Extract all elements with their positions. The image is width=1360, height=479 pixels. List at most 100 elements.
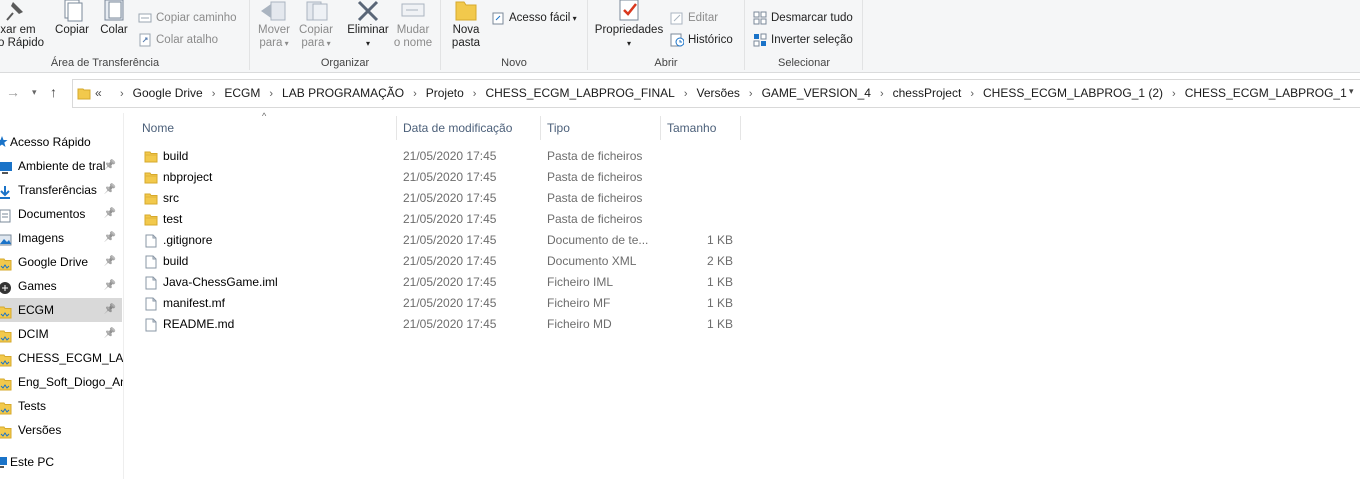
pin-icon[interactable]: 📌 [104,226,116,250]
copy-button[interactable]: Copiar [52,0,92,37]
move-to-button[interactable]: Mover para ▾ [254,0,294,50]
breadcrumb-chevron-icon[interactable]: › [880,88,884,100]
nav-item[interactable]: Versões [0,418,122,442]
nav-item[interactable]: Eng_Soft_Diogo_An [0,370,124,394]
breadcrumb-item[interactable]: Projeto [426,86,464,100]
column-header-date[interactable]: Data de modificação [403,118,512,138]
pin-icon[interactable]: 📌 [104,298,116,322]
select-none-button[interactable]: Desmarcar tudo [753,8,853,28]
nav-item[interactable]: DCIM 📌 [0,322,122,346]
column-divider[interactable] [660,116,661,140]
delete-button[interactable]: Eliminar ▾ [344,0,392,50]
breadcrumb-chevron-icon[interactable]: › [473,88,477,100]
nav-item[interactable]: CHESS_ECGM_LABF [0,346,124,370]
breadcrumb-item[interactable]: Versões [697,86,740,100]
nav-item[interactable]: ECGM 📌 [0,298,122,322]
breadcrumb-chevron-icon[interactable]: › [212,88,216,100]
paste-shortcut-icon [139,33,151,47]
nav-item[interactable]: Google Drive 📌 [0,250,122,274]
paste-shortcut-button[interactable]: Colar atalho [138,30,218,50]
file-row[interactable]: Java-ChessGame.iml 21/05/2020 17:45 Fichei… [138,272,738,293]
nav-item[interactable]: Imagens 📌 [0,226,122,250]
file-size: 1 KB [706,317,733,331]
easy-access-button[interactable]: Acesso fácil ▾ [491,8,577,28]
file-type: Pasta de ficheiros [547,212,643,226]
pin-icon[interactable]: 📌 [104,250,116,274]
nav-item[interactable]: Games 📌 [0,274,122,298]
file-row[interactable]: nbproject 21/05/2020 17:45 Pasta de fichei… [138,167,738,188]
breadcrumb-chevron-icon[interactable]: › [1172,88,1176,100]
pin-icon[interactable]: 📌 [104,154,116,178]
breadcrumb-item[interactable]: CHESS_ECGM_LABPROG_1 (2) [983,86,1163,100]
new-group-label: Novo [501,57,527,69]
breadcrumb-item[interactable]: LAB PROGRAMAÇÃO [282,86,404,100]
breadcrumb-item[interactable]: chessProject [893,86,962,100]
breadcrumb-chevron-icon[interactable]: › [970,88,974,100]
file-row[interactable]: src 21/05/2020 17:45 Pasta de ficheiros [138,188,738,209]
pin-label-line1: xar em [0,24,36,36]
copy-to-line2: para [301,37,325,49]
nav-item[interactable]: Tests [0,394,122,418]
file-row[interactable]: build 21/05/2020 17:45 Documento XML 2 KB [138,251,738,272]
forward-arrow-icon[interactable]: → [6,84,20,100]
file-row[interactable]: README.md 21/05/2020 17:45 Ficheiro MD 1 KB [138,314,738,335]
breadcrumb-chevron-icon[interactable]: › [413,88,417,100]
pin-icon[interactable]: 📌 [104,202,116,226]
breadcrumb-chevron-icon[interactable]: › [120,88,124,100]
delete-x-icon [357,0,379,22]
pane-divider [123,113,124,479]
copy-icon [64,0,83,22]
breadcrumb-item[interactable]: CHESS_ECGM_LABPROG_1 [1185,86,1347,100]
pin-icon[interactable]: 📌 [104,274,116,298]
nav-item-label: Transferências [18,183,97,197]
rename-line2: o nome [393,37,433,49]
history-button[interactable]: Histórico [670,30,733,50]
column-divider[interactable] [740,116,741,140]
address-overflow-button[interactable]: « [95,80,102,107]
recent-locations-chevron-icon[interactable]: ▾ [32,87,37,98]
breadcrumb-item[interactable]: Google Drive [133,86,203,100]
address-bar[interactable]: « › Google Drive › ECGM › LAB PROGRAMAÇÃO › Pro… [72,79,1360,108]
file-date: 21/05/2020 17:45 [403,254,497,268]
nav-item[interactable]: Documentos 📌 [0,202,122,226]
file-date: 21/05/2020 17:45 [403,170,497,184]
properties-button[interactable]: Propriedades ▾ [592,0,666,50]
new-folder-button[interactable]: Nova pasta [447,0,485,50]
file-row[interactable]: build 21/05/2020 17:45 Pasta de ficheiros [138,146,738,167]
column-divider[interactable] [396,116,397,140]
column-header-name[interactable]: Nome [142,118,174,138]
nav-item[interactable]: Ambiente de tral 📌 [0,154,122,178]
breadcrumb-chevron-icon[interactable]: › [684,88,688,100]
copy-path-button[interactable]: Copiar caminho [138,8,237,28]
pin-quick-access-button[interactable]: xar em o Rápido [0,0,44,50]
file-row[interactable]: .gitignore 21/05/2020 17:45 Documento de t… [138,230,738,251]
file-type: Documento XML [547,254,637,268]
column-divider[interactable] [540,116,541,140]
file-date: 21/05/2020 17:45 [403,233,497,247]
pin-icon[interactable]: 📌 [104,322,116,346]
nav-item-label: Imagens [18,231,65,245]
column-header-size[interactable]: Tamanho [667,118,716,138]
file-row[interactable]: test 21/05/2020 17:45 Pasta de ficheiros [138,209,738,230]
address-dropdown-chevron-icon[interactable]: ▾ [1349,86,1354,97]
nav-item-label: Eng_Soft_Diogo_An [18,375,124,389]
copy-to-button[interactable]: Copiar para ▾ [296,0,336,50]
breadcrumb-item[interactable]: ECGM [224,86,260,100]
breadcrumb-item[interactable]: GAME_VERSION_4 [762,86,871,100]
column-header-type[interactable]: Tipo [547,118,570,138]
paste-button[interactable]: Colar [96,0,132,37]
edit-button[interactable]: Editar [670,8,718,28]
breadcrumb-item[interactable]: CHESS_ECGM_LABPROG_FINAL [485,86,674,100]
nav-quick-access[interactable]: Acesso Rápido [0,130,122,154]
nav-item[interactable]: Transferências 📌 [0,178,122,202]
pin-icon[interactable]: 📌 [104,178,116,202]
invert-selection-label: Inverter seleção [771,34,853,46]
up-arrow-icon[interactable]: ↑ [50,84,57,100]
file-row[interactable]: manifest.mf 21/05/2020 17:45 Ficheiro MF 1 … [138,293,738,314]
breadcrumb-chevron-icon[interactable]: › [749,88,753,100]
rename-button[interactable]: Mudar o nome [392,0,434,50]
invert-selection-button[interactable]: Inverter seleção [753,30,853,50]
breadcrumb-chevron-icon[interactable]: › [269,88,273,100]
nav-this-pc[interactable]: Este PC [0,450,122,474]
file-name: build [163,149,189,163]
